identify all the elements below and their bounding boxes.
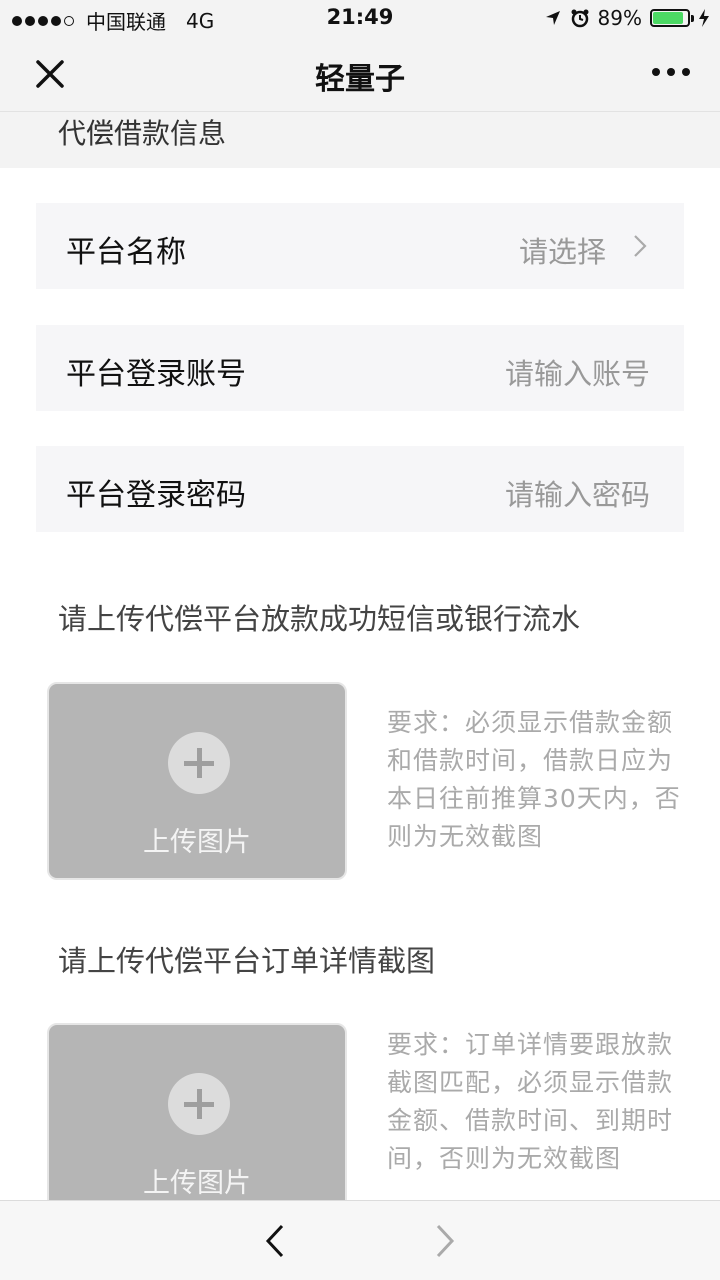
account-label: 平台登录账号: [66, 357, 246, 392]
password-input[interactable]: 请输入密码: [505, 472, 650, 514]
upload-title-order-detail: 请上传代偿平台订单详情截图: [58, 944, 436, 978]
chevron-left-icon[interactable]: [262, 1223, 288, 1259]
battery-icon: [650, 9, 694, 27]
platform-name-label: 平台名称: [66, 235, 186, 270]
password-label: 平台登录密码: [66, 478, 246, 513]
section-header: 代偿借款信息: [0, 112, 720, 168]
upload-requirement-loan-proof: 要求：必须显示借款金额和借款时间，借款日应为本日往前推算30天内，否则为无效截图: [387, 708, 681, 851]
section-title: 代偿借款信息: [58, 117, 227, 150]
add-icon: [168, 1073, 230, 1135]
bottom-toolbar: [0, 1200, 720, 1280]
add-icon: [168, 732, 230, 794]
upload-requirement-order-detail: 要求：订单详情要跟放款截图匹配，必须显示借款金额、借款时间、到期时间，否则为无效…: [387, 1030, 674, 1173]
chevron-right-icon: [634, 235, 647, 257]
page-title: 轻量子: [315, 62, 405, 97]
upload-button-label: 上传图片: [143, 1168, 251, 1199]
location-arrow-icon: [545, 11, 560, 25]
battery-fill: [653, 12, 684, 24]
upload-title-loan-proof: 请上传代偿平台放款成功短信或银行流水: [58, 602, 581, 636]
platform-name-row[interactable]: 平台名称 请选择: [36, 203, 684, 289]
account-input[interactable]: 请输入账号: [505, 351, 650, 393]
upload-button-order-detail[interactable]: 上传图片: [47, 1023, 347, 1221]
chevron-right-icon[interactable]: [432, 1223, 458, 1259]
status-right: 89%: [544, 6, 710, 30]
status-bar: 中国联通 4G 21:49 89%: [0, 0, 720, 36]
upload-button-label: 上传图片: [143, 827, 251, 858]
account-row[interactable]: 平台登录账号 请输入账号: [36, 325, 684, 411]
charging-bolt-icon: [699, 9, 709, 27]
alarm-clock-icon: [571, 9, 589, 28]
platform-name-select-value[interactable]: 请选择: [519, 229, 606, 271]
password-row[interactable]: 平台登录密码 请输入密码: [36, 446, 684, 532]
nav-bar: 轻量子: [0, 36, 720, 112]
upload-button-loan-proof[interactable]: 上传图片: [47, 682, 347, 880]
more-dots-icon[interactable]: [652, 68, 690, 76]
battery-percent: 89%: [597, 6, 642, 30]
